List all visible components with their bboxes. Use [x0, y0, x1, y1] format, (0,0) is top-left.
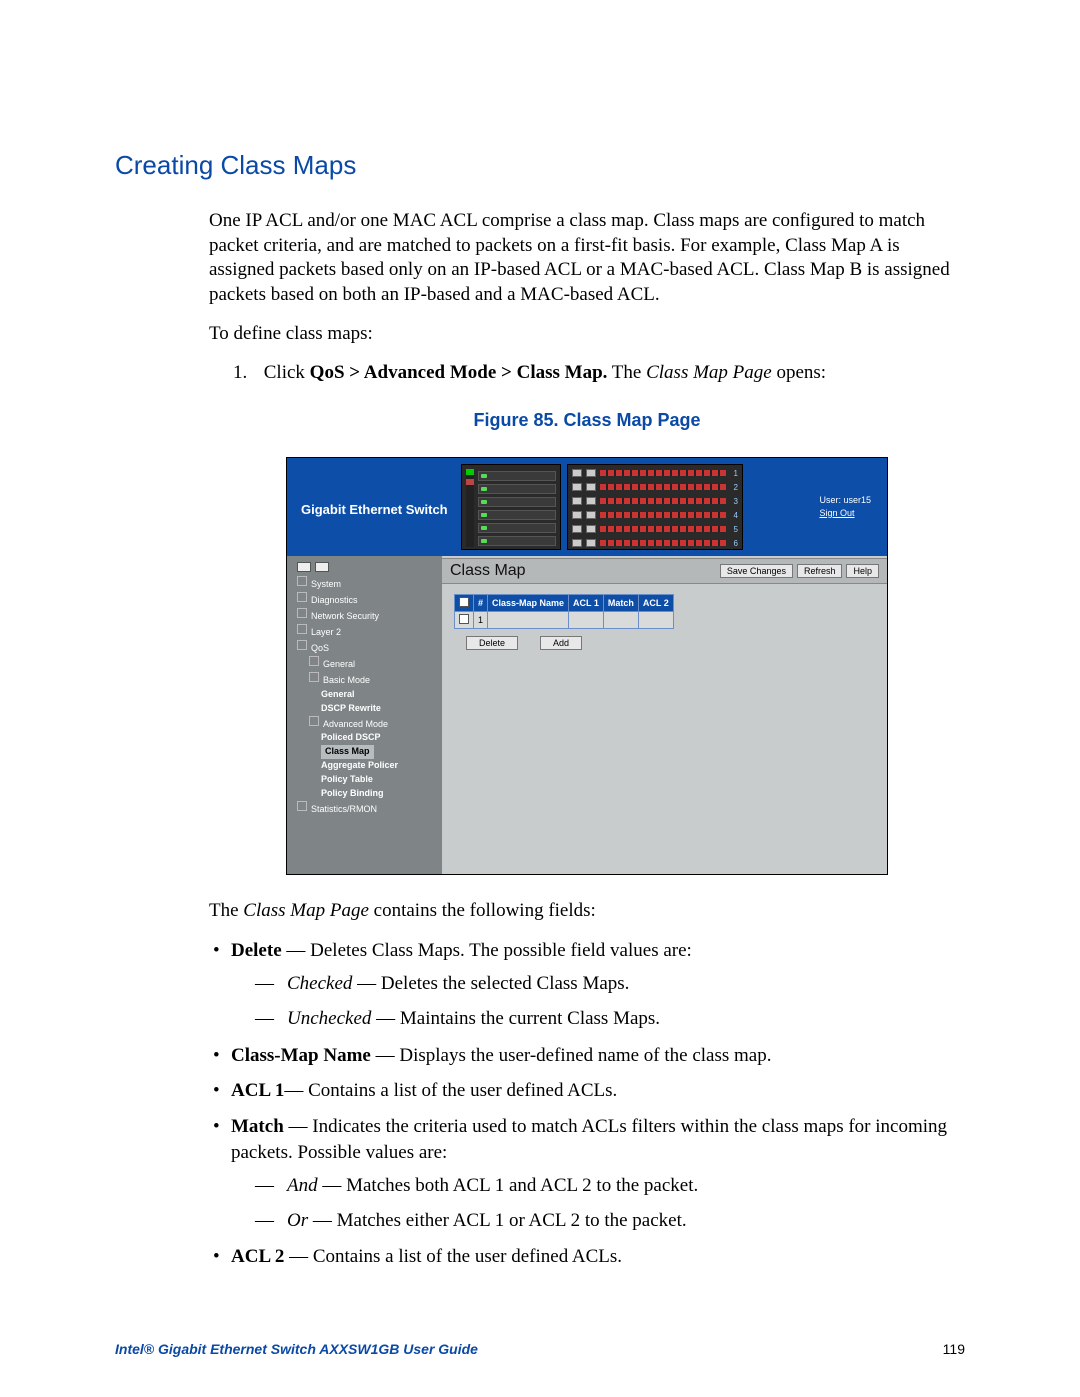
tree-expand-icon[interactable] — [297, 562, 311, 572]
tree-collapse-icon[interactable] — [315, 562, 329, 572]
step-text-prefix: Click — [264, 362, 310, 383]
field-term: ACL 2 — [231, 1246, 284, 1267]
field-term: ACL 1 — [231, 1080, 284, 1101]
delete-button[interactable]: Delete — [466, 636, 518, 650]
content-titlebar: Class Map Save Changes Refresh Help — [442, 558, 887, 584]
row-match — [603, 612, 638, 629]
footer-page-number: 119 — [943, 1341, 965, 1357]
field-desc: — Contains a list of the user defined AC… — [284, 1246, 622, 1267]
contains-line: The Class Map Page contains the followin… — [209, 899, 965, 924]
define-line: To define class maps: — [209, 322, 965, 347]
field-acl1: ACL 1— Contains a list of the user defin… — [209, 1078, 965, 1104]
screenshot-figure: Gigabit Ethernet Switch 1 2 3 4 5 6 U — [286, 457, 888, 875]
sign-out-link[interactable]: Sign Out — [819, 507, 871, 520]
content-panel: Class Map Save Changes Refresh Help # Cl… — [442, 556, 887, 874]
col-class-map-name: Class-Map Name — [488, 595, 569, 612]
section-heading: Creating Class Maps — [115, 150, 965, 181]
content-title: Class Map — [450, 562, 526, 580]
tree-qos-general[interactable]: General — [297, 656, 436, 672]
subfield-term: Or — [287, 1210, 308, 1231]
field-match-or: Or — Matches either ACL 1 or ACL 2 to th… — [251, 1208, 965, 1235]
step-text-mid: The — [607, 362, 646, 383]
row-checkbox[interactable] — [459, 614, 469, 624]
tree-class-map[interactable]: Class Map — [297, 745, 436, 759]
user-area: User: user15 Sign Out — [819, 494, 871, 519]
tree-basic-mode[interactable]: Basic Mode — [297, 672, 436, 688]
tree-policy-binding[interactable]: Policy Binding — [297, 787, 436, 801]
screenshot-header: Gigabit Ethernet Switch 1 2 3 4 5 6 U — [287, 458, 887, 556]
nav-tree-panel: System Diagnostics Network Security Laye… — [287, 556, 442, 874]
user-label: User: user15 — [819, 494, 871, 507]
field-desc: — Indicates the criteria used to match A… — [231, 1116, 947, 1163]
table-header-row: # Class-Map Name ACL 1 Match ACL 2 — [455, 595, 674, 612]
col-acl2: ACL 2 — [638, 595, 673, 612]
subfield-term: Checked — [287, 973, 352, 994]
field-term: Delete — [231, 940, 282, 961]
product-brand: Gigabit Ethernet Switch — [301, 502, 448, 517]
field-delete-unchecked: Unchecked — Maintains the current Class … — [251, 1006, 965, 1033]
subfield-desc: — Deletes the selected Class Maps. — [352, 973, 629, 994]
field-match-and: And — Matches both ACL 1 and ACL 2 to th… — [251, 1173, 965, 1200]
tree-statistics-rmon[interactable]: Statistics/RMON — [297, 801, 436, 817]
refresh-button[interactable]: Refresh — [797, 564, 843, 578]
step-text-suffix: opens: — [772, 362, 826, 383]
field-delete-checked: Checked — Deletes the selected Class Map… — [251, 971, 965, 998]
col-acl1: ACL 1 — [569, 595, 604, 612]
class-map-table: # Class-Map Name ACL 1 Match ACL 2 1 — [454, 594, 674, 629]
step-menu-path: QoS > Advanced Mode > Class Map. — [310, 362, 608, 383]
chassis-graphic-right: 1 2 3 4 5 6 — [567, 464, 743, 550]
subfield-desc: — Matches either ACL 1 or ACL 2 to the p… — [308, 1210, 687, 1231]
row-acl1 — [569, 612, 604, 629]
tree-network-security[interactable]: Network Security — [297, 608, 436, 624]
intro-paragraph: One IP ACL and/or one MAC ACL comprise a… — [209, 209, 965, 308]
footer-doc-title: Intel® Gigabit Ethernet Switch AXXSW1GB … — [115, 1341, 478, 1357]
tree-layer2[interactable]: Layer 2 — [297, 624, 436, 640]
tree-system[interactable]: System — [297, 576, 436, 592]
row-index: 1 — [474, 612, 488, 629]
field-desc: — Contains a list of the user defined AC… — [284, 1080, 617, 1101]
field-match: Match — Indicates the criteria used to m… — [209, 1114, 965, 1234]
header-checkbox-icon[interactable] — [459, 597, 469, 607]
tree-advanced-mode[interactable]: Advanced Mode — [297, 716, 436, 732]
step-1: 1. Click QoS > Advanced Mode > Class Map… — [233, 360, 965, 386]
fields-list: Delete — Deletes Class Maps. The possibl… — [209, 938, 965, 1270]
figure-caption: Figure 85. Class Map Page — [209, 410, 965, 431]
tree-basic-general[interactable]: General — [297, 688, 436, 702]
tree-diagnostics[interactable]: Diagnostics — [297, 592, 436, 608]
tree-aggregate-policer[interactable]: Aggregate Policer — [297, 759, 436, 773]
tree-policed-dscp[interactable]: Policed DSCP — [297, 731, 436, 745]
subfield-desc: — Maintains the current Class Maps. — [371, 1008, 660, 1029]
field-desc: — Deletes Class Maps. The possible field… — [282, 940, 692, 961]
tree-dscp-rewrite[interactable]: DSCP Rewrite — [297, 702, 436, 716]
step-number: 1. — [233, 360, 259, 386]
tree-policy-table[interactable]: Policy Table — [297, 773, 436, 787]
save-changes-button[interactable]: Save Changes — [720, 564, 793, 578]
col-checkbox — [455, 595, 474, 612]
subfield-term: And — [287, 1175, 318, 1196]
add-button[interactable]: Add — [540, 636, 582, 650]
field-class-map-name: Class-Map Name — Displays the user-defin… — [209, 1043, 965, 1069]
field-term: Match — [231, 1116, 284, 1137]
col-index: # — [474, 595, 488, 612]
tree-qos[interactable]: QoS — [297, 640, 436, 656]
table-row: 1 — [455, 612, 674, 629]
subfield-desc: — Matches both ACL 1 and ACL 2 to the pa… — [318, 1175, 699, 1196]
field-delete: Delete — Deletes Class Maps. The possibl… — [209, 938, 965, 1033]
subfield-term: Unchecked — [287, 1008, 371, 1029]
chassis-graphic-left — [461, 464, 561, 550]
row-acl2 — [638, 612, 673, 629]
row-name — [488, 612, 569, 629]
field-desc: — Displays the user-defined name of the … — [371, 1045, 772, 1066]
tree-toolbar — [297, 562, 329, 572]
field-term: Class-Map Name — [231, 1045, 371, 1066]
help-button[interactable]: Help — [846, 564, 879, 578]
col-match: Match — [603, 595, 638, 612]
step-page-name: Class Map Page — [646, 362, 772, 383]
page-footer: Intel® Gigabit Ethernet Switch AXXSW1GB … — [115, 1341, 965, 1357]
field-acl2: ACL 2 — Contains a list of the user defi… — [209, 1244, 965, 1270]
contains-page-name: Class Map Page — [243, 900, 369, 921]
